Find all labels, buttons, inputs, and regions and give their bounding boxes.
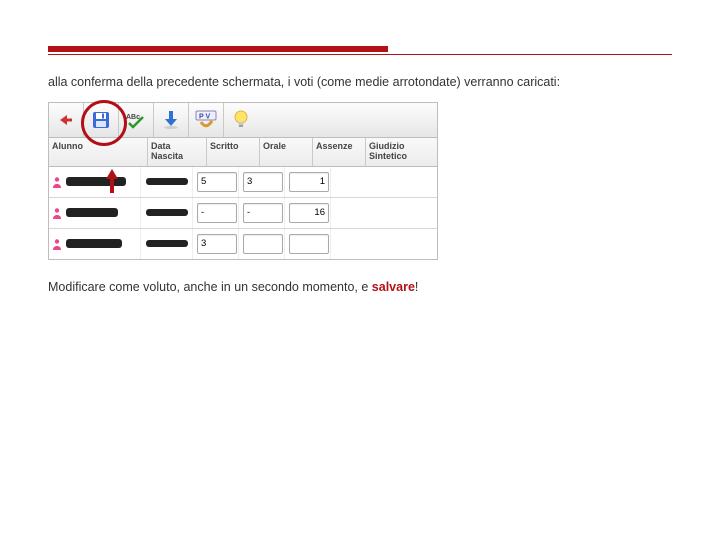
- svg-text:ABc: ABc: [126, 114, 140, 121]
- orale-input[interactable]: [243, 234, 283, 254]
- table-header: Alunno Data Nascita Scritto Orale Assenz…: [48, 138, 438, 167]
- toolbar: ABc P V: [48, 102, 438, 138]
- header-data-nascita: Data Nascita: [148, 138, 207, 166]
- header-assenze: Assenze: [313, 138, 366, 166]
- accent-line: [48, 54, 672, 55]
- scritto-input[interactable]: [197, 203, 237, 223]
- header-scritto: Scritto: [207, 138, 260, 166]
- accent-bar: [48, 46, 388, 52]
- lightbulb-icon: [233, 110, 249, 130]
- person-icon: [51, 176, 63, 188]
- scritto-input[interactable]: [197, 234, 237, 254]
- outro-emphasis: salvare: [372, 280, 415, 294]
- abc-spellcheck-icon: ABc: [125, 111, 147, 129]
- spellcheck-button[interactable]: ABc: [119, 103, 154, 137]
- redacted-name: [66, 208, 118, 217]
- redacted-name: [66, 239, 122, 248]
- app-screenshot: ABc P V Alunno Data Nascita Scritto Oral…: [48, 102, 438, 260]
- svg-text:P V: P V: [199, 113, 210, 120]
- orale-input[interactable]: [243, 203, 283, 223]
- pv-button[interactable]: P V: [189, 103, 224, 137]
- outro-text: Modificare come voluto, anche in un seco…: [48, 278, 672, 297]
- person-icon: [51, 207, 63, 219]
- pv-badge-icon: P V: [195, 110, 217, 130]
- assenze-input[interactable]: [289, 172, 329, 192]
- table-body: [48, 167, 438, 260]
- assenze-input[interactable]: [289, 203, 329, 223]
- intro-text: alla conferma della precedente schermata…: [48, 73, 672, 92]
- person-icon: [51, 238, 63, 250]
- outro-pre: Modificare come voluto, anche in un seco…: [48, 280, 372, 294]
- redacted-date: [146, 240, 188, 247]
- save-disk-icon: [91, 110, 111, 130]
- pointer-arrow-icon: [105, 169, 119, 195]
- assenze-input[interactable]: [289, 234, 329, 254]
- table-row: [49, 198, 437, 229]
- import-button[interactable]: [154, 103, 189, 137]
- redacted-date: [146, 178, 188, 185]
- orale-input[interactable]: [243, 172, 283, 192]
- header-alunno: Alunno: [49, 138, 148, 166]
- scritto-input[interactable]: [197, 172, 237, 192]
- table-row: [49, 229, 437, 259]
- header-giudizio: Giudizio Sintetico: [366, 138, 437, 166]
- header-orale: Orale: [260, 138, 313, 166]
- download-arrow-icon: [162, 110, 180, 130]
- redacted-date: [146, 209, 188, 216]
- outro-post: !: [415, 280, 418, 294]
- hint-button[interactable]: [224, 103, 258, 137]
- back-arrow-icon: [57, 112, 75, 128]
- save-button[interactable]: [84, 103, 119, 137]
- back-button[interactable]: [49, 103, 84, 137]
